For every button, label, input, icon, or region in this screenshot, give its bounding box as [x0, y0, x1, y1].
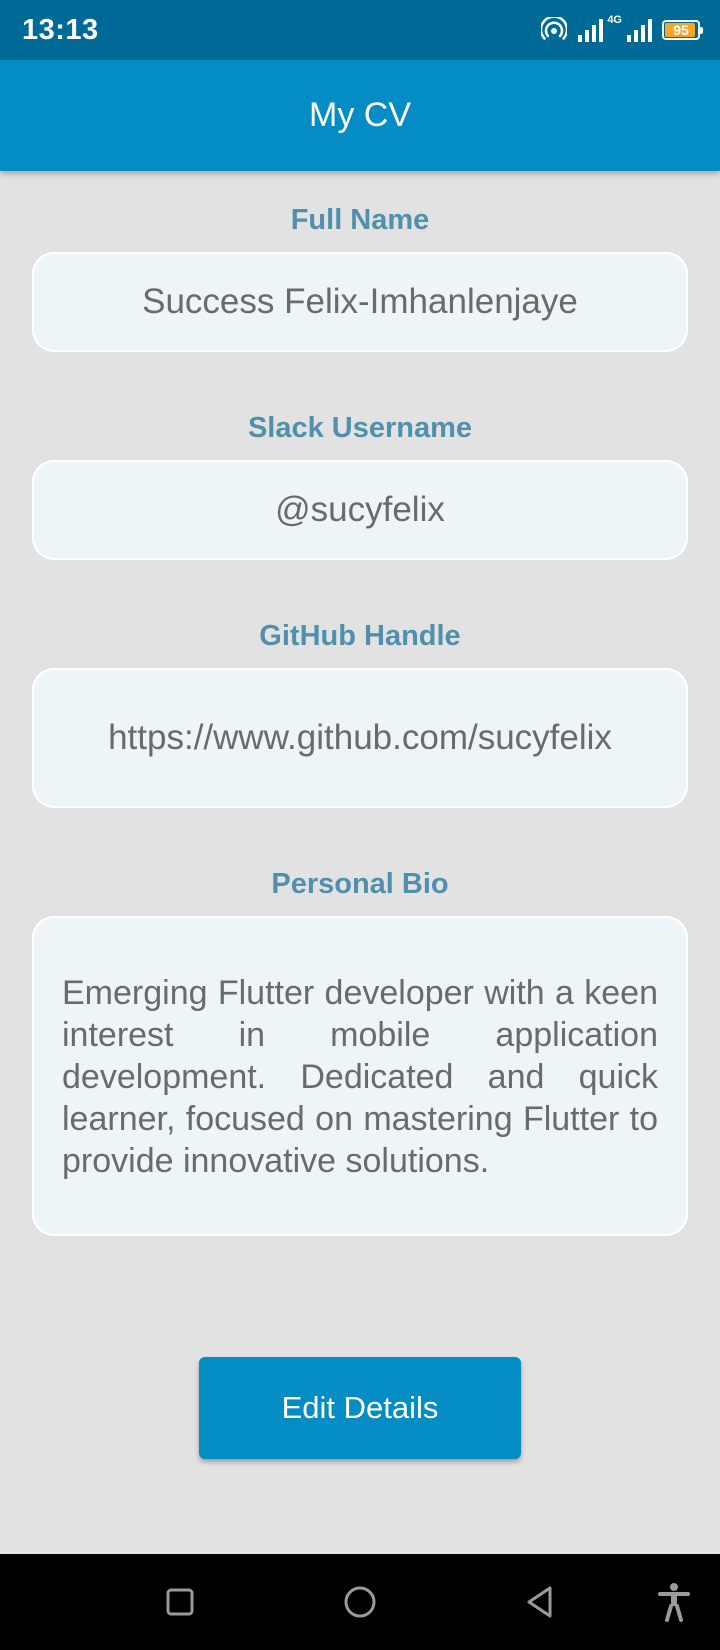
github-handle-label: GitHub Handle — [259, 620, 461, 652]
recents-icon — [166, 1588, 194, 1616]
personal-bio-value: Emerging Flutter developer with a keen i… — [62, 974, 658, 1180]
status-bar: 13:13 4G 95 — [0, 0, 720, 60]
home-button[interactable] — [336, 1578, 384, 1626]
full-name-label: Full Name — [290, 204, 430, 236]
personal-bio-label: Personal Bio — [271, 868, 449, 900]
signal-icon — [578, 19, 604, 42]
slack-username-field[interactable]: @sucyfelix — [32, 460, 688, 560]
edit-details-button[interactable]: Edit Details — [199, 1357, 521, 1459]
back-button[interactable] — [516, 1578, 564, 1626]
page-title: My CV — [309, 96, 411, 134]
full-name-field[interactable]: Success Felix-Imhanlenjaye — [32, 252, 688, 352]
battery-icon: 95 — [662, 20, 703, 40]
personal-bio-field[interactable]: Emerging Flutter developer with a keen i… — [32, 916, 688, 1236]
status-time: 13:13 — [22, 14, 99, 46]
network-type: 4G — [607, 14, 622, 26]
navigation-bar — [0, 1554, 720, 1650]
slack-username-value: @sucyfelix — [275, 490, 445, 529]
app-bar: My CV — [0, 60, 720, 171]
signal-icon-2 — [627, 19, 652, 42]
slack-username-label: Slack Username — [247, 412, 473, 444]
accessibility-icon — [658, 1583, 690, 1622]
battery-level: 95 — [673, 22, 689, 38]
accessibility-button[interactable] — [650, 1578, 698, 1626]
full-name-value: Success Felix-Imhanlenjaye — [142, 282, 578, 321]
back-icon — [527, 1586, 552, 1618]
status-icons: 4G 95 — [541, 14, 703, 46]
hotspot-icon — [541, 17, 568, 40]
github-handle-value: https://www.github.com/sucyfelix — [108, 718, 612, 757]
github-handle-field[interactable]: https://www.github.com/sucyfelix — [32, 668, 688, 808]
home-icon — [344, 1586, 376, 1618]
recents-button[interactable] — [156, 1578, 204, 1626]
